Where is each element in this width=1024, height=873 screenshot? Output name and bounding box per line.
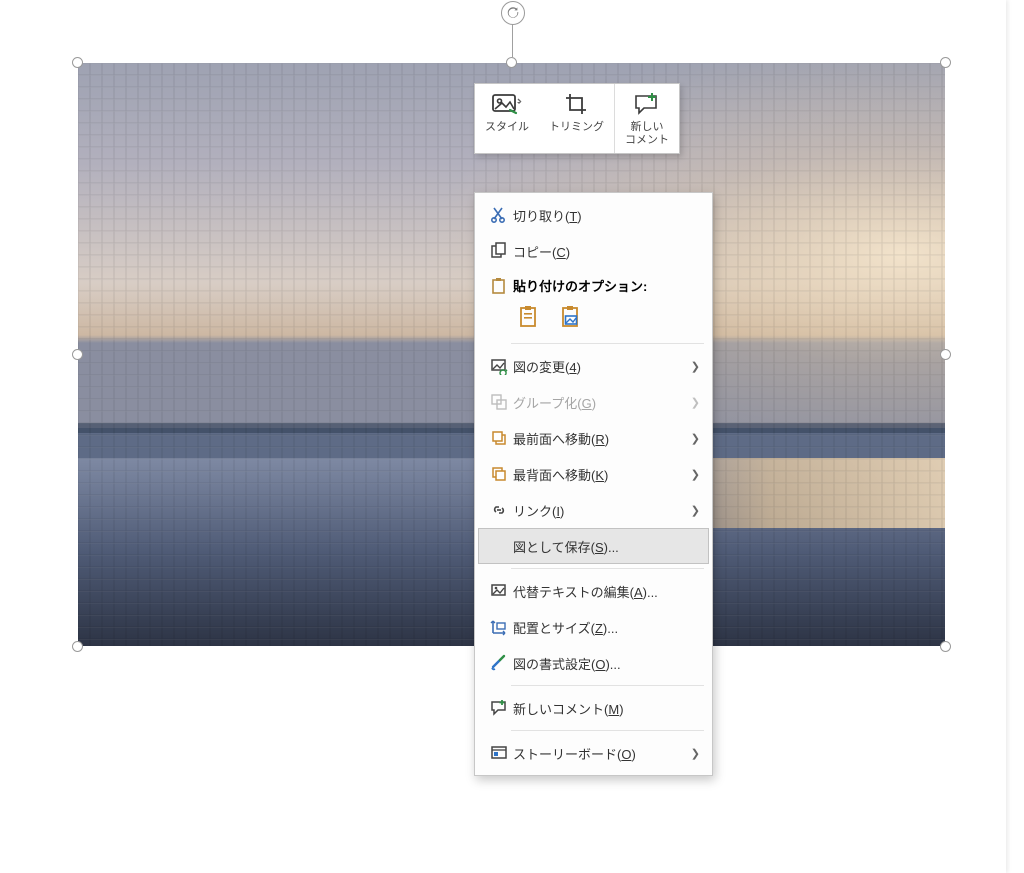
submenu-arrow-icon: ❯	[684, 504, 700, 517]
menu-send-to-back-label: 最背面へ移動(K)	[513, 465, 684, 484]
resize-handle-top-right[interactable]	[940, 57, 951, 68]
comment-icon	[485, 699, 513, 717]
menu-copy-label: コピー(C)	[513, 242, 700, 261]
menu-separator	[511, 343, 704, 344]
menu-copy[interactable]: コピー(C)	[479, 233, 708, 269]
resize-handle-bottom-left[interactable]	[72, 641, 83, 652]
menu-edit-alt-text-label: 代替テキストの編集(A)...	[513, 582, 700, 601]
picture-style-icon	[485, 90, 529, 118]
new-comment-label: 新しい コメント	[625, 121, 669, 149]
change-picture-icon	[485, 357, 513, 375]
menu-link-label: リンク(I)	[513, 501, 684, 520]
menu-size-and-position[interactable]: 配置とサイズ(Z)...	[479, 609, 708, 645]
menu-paste-options-title: 貼り付けのオプション:	[479, 269, 708, 299]
menu-storyboard-label: ストーリーボード(O)	[513, 744, 684, 763]
resize-handle-right[interactable]	[940, 349, 951, 360]
mini-toolbar: スタイル トリミング 新しい コメント	[474, 83, 680, 154]
crop-label: トリミング	[549, 121, 604, 149]
context-menu: 切り取り(T) コピー(C) 貼り付けのオプション: 図の変更(4) ❯ グルー	[474, 192, 713, 776]
paste-option-picture[interactable]	[555, 301, 587, 333]
menu-save-as-picture[interactable]: 図として保存(S)...	[478, 528, 709, 564]
storyboard-icon	[485, 744, 513, 762]
submenu-arrow-icon: ❯	[684, 432, 700, 445]
menu-new-comment-label: 新しいコメント(M)	[513, 699, 700, 718]
size-position-icon	[485, 618, 513, 636]
menu-new-comment[interactable]: 新しいコメント(M)	[479, 690, 708, 726]
rotate-handle[interactable]	[501, 1, 525, 25]
submenu-arrow-icon: ❯	[684, 468, 700, 481]
menu-bring-to-front-label: 最前面へ移動(R)	[513, 429, 684, 448]
menu-cut-label: 切り取り(T)	[513, 206, 700, 225]
paste-icon	[485, 277, 513, 295]
submenu-arrow-icon: ❯	[684, 747, 700, 760]
send-to-back-icon	[485, 465, 513, 483]
submenu-arrow-icon: ❯	[684, 360, 700, 373]
paste-options	[475, 299, 712, 339]
crop-icon	[549, 90, 604, 118]
group-icon	[485, 393, 513, 411]
menu-edit-alt-text[interactable]: 代替テキストの編集(A)...	[479, 573, 708, 609]
menu-size-and-position-label: 配置とサイズ(Z)...	[513, 618, 700, 637]
menu-group-label: グループ化(G)	[513, 393, 684, 412]
menu-save-as-picture-label: 図として保存(S)...	[513, 537, 700, 556]
submenu-arrow-icon: ❯	[684, 396, 700, 409]
menu-change-picture[interactable]: 図の変更(4) ❯	[479, 348, 708, 384]
resize-handle-top[interactable]	[506, 57, 517, 68]
resize-handle-left[interactable]	[72, 349, 83, 360]
style-label: スタイル	[485, 121, 529, 149]
resize-handle-bottom-right[interactable]	[940, 641, 951, 652]
style-button[interactable]: スタイル	[475, 84, 539, 153]
menu-group: グループ化(G) ❯	[479, 384, 708, 420]
format-picture-icon	[485, 654, 513, 672]
menu-separator	[511, 730, 704, 731]
new-comment-button[interactable]: 新しい コメント	[614, 84, 679, 153]
menu-format-picture-label: 図の書式設定(O)...	[513, 654, 700, 673]
new-comment-icon	[625, 90, 669, 118]
paste-option-keep-source[interactable]	[513, 301, 545, 333]
resize-handle-top-left[interactable]	[72, 57, 83, 68]
link-icon	[485, 501, 513, 519]
copy-icon	[485, 242, 513, 260]
alt-text-icon	[485, 582, 513, 600]
menu-format-picture[interactable]: 図の書式設定(O)...	[479, 645, 708, 681]
rotate-icon	[506, 6, 520, 20]
menu-send-to-back[interactable]: 最背面へ移動(K) ❯	[479, 456, 708, 492]
menu-separator	[511, 568, 704, 569]
cut-icon	[485, 206, 513, 224]
bring-to-front-icon	[485, 429, 513, 447]
menu-bring-to-front[interactable]: 最前面へ移動(R) ❯	[479, 420, 708, 456]
menu-change-picture-label: 図の変更(4)	[513, 357, 684, 376]
menu-separator	[511, 685, 704, 686]
menu-storyboard[interactable]: ストーリーボード(O) ❯	[479, 735, 708, 771]
menu-link[interactable]: リンク(I) ❯	[479, 492, 708, 528]
menu-cut[interactable]: 切り取り(T)	[479, 197, 708, 233]
crop-button[interactable]: トリミング	[539, 84, 614, 153]
